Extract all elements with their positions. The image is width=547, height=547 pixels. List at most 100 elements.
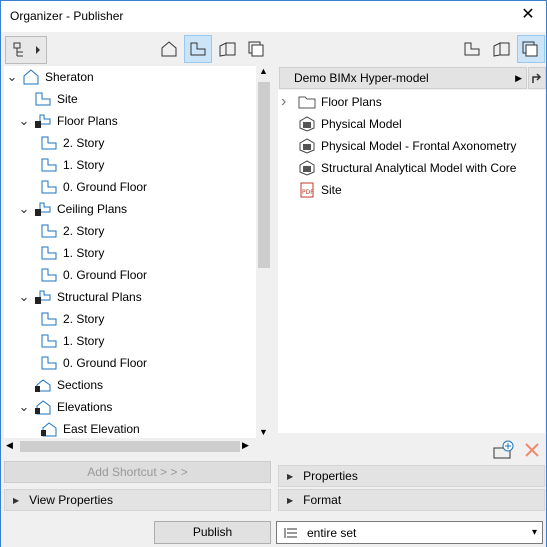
scroll-right-icon[interactable]: ▶ — [242, 440, 249, 451]
layout-book-tab[interactable] — [214, 35, 242, 63]
publish-button[interactable]: Publish — [154, 521, 271, 544]
close-icon[interactable]: ✕ — [518, 5, 538, 25]
section-icon — [34, 377, 52, 393]
right-layout-book-tab[interactable] — [488, 35, 516, 63]
horizontal-scroll-thumb[interactable] — [20, 441, 240, 452]
story-icon — [40, 223, 58, 239]
bimx-icon — [298, 160, 316, 176]
story-icon — [40, 135, 58, 151]
tree-item-label: Floor Plans — [57, 114, 118, 128]
view-map-tab[interactable] — [184, 35, 212, 63]
publish-scope-value: entire set — [307, 525, 357, 540]
chevron-down-icon[interactable]: ⌄ — [18, 400, 30, 413]
publisher-item[interactable]: › Floor Plans — [281, 91, 382, 113]
publisher-set-header[interactable]: Demo BIMx Hyper-model ▶ — [279, 67, 527, 89]
tree-item[interactable]: ⌄ Sheraton — [6, 66, 94, 88]
chevron-down-icon[interactable]: ⌄ — [18, 290, 30, 303]
publisher-item[interactable]: Physical Model - Frontal Axonometry — [281, 135, 516, 157]
tree-item-label: 1. Story — [63, 246, 105, 260]
story-icon — [40, 311, 58, 327]
window-title: Organizer - Publisher — [10, 9, 124, 23]
tree-item[interactable]: 2. Story — [40, 308, 104, 330]
publisher-item[interactable]: PDF Site — [281, 179, 342, 201]
go-up-button[interactable] — [528, 67, 546, 89]
tree-item[interactable]: 1. Story — [40, 330, 104, 352]
add-shortcut-button[interactable]: Add Shortcut > > > — [4, 461, 271, 483]
tree-item[interactable]: 0. Ground Floor — [40, 176, 147, 198]
tree-item[interactable]: ⌄ Elevations — [18, 396, 112, 418]
publisher-icon — [248, 41, 264, 57]
tree-item-label: 1. Story — [63, 158, 105, 172]
right-publisher-sets-tab[interactable] — [517, 35, 545, 63]
tree-item[interactable]: Site — [18, 88, 78, 110]
publisher-item[interactable]: Physical Model — [281, 113, 402, 135]
house-icon — [161, 41, 177, 57]
chevron-right-icon: ▶ — [515, 72, 522, 83]
format-label: Format — [303, 493, 342, 507]
tree-item-label: Site — [57, 92, 78, 106]
chevron-down-icon[interactable]: ⌄ — [6, 70, 18, 83]
tree-item[interactable]: 1. Story — [40, 242, 104, 264]
scroll-up-icon[interactable]: ▲ — [259, 66, 268, 76]
tree-item-label: Structural Plans — [57, 290, 142, 304]
elevation-icon — [40, 421, 58, 437]
folder-view-icon — [34, 289, 52, 305]
pdf-icon: PDF — [298, 182, 316, 198]
right-view-map-tab[interactable] — [458, 35, 486, 63]
properties-panel-toggle[interactable]: ▶ Properties — [278, 465, 545, 487]
pane-divider[interactable] — [273, 32, 277, 517]
chevron-right-icon[interactable]: › — [281, 93, 293, 111]
tree-item[interactable]: 0. Ground Floor — [40, 264, 147, 286]
scroll-left-icon[interactable]: ◀ — [6, 440, 13, 451]
bimx-icon — [298, 116, 316, 132]
story-icon — [40, 157, 58, 173]
tree-item[interactable]: 2. Story — [40, 220, 104, 242]
tree-item-label: Sections — [57, 378, 104, 392]
tree-item[interactable]: East Elevation — [40, 418, 140, 438]
expand-triangle-icon: ▶ — [287, 471, 294, 481]
delete-button[interactable] — [518, 436, 546, 464]
story-icon — [40, 179, 58, 195]
elevation-icon — [34, 399, 52, 415]
layout-icon — [493, 42, 510, 57]
tree-item-label: 2. Story — [63, 224, 105, 238]
view-icon — [464, 42, 480, 56]
view-map-dropdown-button[interactable] — [5, 36, 47, 64]
folder-icon — [298, 94, 316, 110]
publisher-set-name: Demo BIMx Hyper-model — [294, 71, 429, 85]
publisher-item-label: Structural Analytical Model with Core — [321, 161, 517, 175]
tree-horizontal-scrollbar[interactable]: ◀ ▶ — [4, 438, 272, 455]
view-properties-panel-toggle[interactable]: ▶ View Properties — [4, 489, 271, 511]
project-tree-icon — [13, 42, 40, 57]
publisher-item[interactable]: Structural Analytical Model with Core — [281, 157, 516, 179]
tree-item-label: 1. Story — [63, 334, 105, 348]
tree-item-label: Sheraton — [45, 70, 94, 84]
chevron-down-icon[interactable]: ⌄ — [18, 114, 30, 127]
new-folder-icon — [493, 440, 514, 459]
chevron-down-icon[interactable]: ⌄ — [18, 202, 30, 215]
tree-item-label: 0. Ground Floor — [63, 268, 148, 282]
scroll-down-icon[interactable]: ▼ — [259, 427, 268, 437]
project-map-tab[interactable] — [155, 35, 183, 63]
tree-vertical-scrollbar[interactable]: ▲ ▼ — [256, 66, 272, 438]
new-folder-button[interactable] — [489, 436, 517, 464]
tree-item[interactable]: 0. Ground Floor — [40, 352, 147, 374]
tree-item[interactable]: 2. Story — [40, 132, 104, 154]
publisher-sets-tab[interactable] — [243, 35, 271, 63]
publisher-item-label: Site — [321, 183, 342, 197]
view-map-tree[interactable]: ⌄ Sheraton Site ⌄ Floor Plans 2. Story 1. Stor… — [4, 66, 256, 438]
tree-item[interactable]: Sections — [18, 374, 103, 396]
list-icon — [284, 527, 297, 538]
publish-scope-select[interactable]: entire set ▾ — [276, 521, 543, 544]
format-panel-toggle[interactable]: ▶ Format — [278, 489, 545, 511]
folder-view-icon — [34, 201, 52, 217]
up-arrow-icon — [532, 73, 542, 83]
tree-item[interactable]: ⌄ Ceiling Plans — [18, 198, 127, 220]
tree-item[interactable]: ⌄ Floor Plans — [18, 110, 118, 132]
tree-item[interactable]: ⌄ Structural Plans — [18, 286, 142, 308]
layout-icon — [219, 42, 236, 57]
publisher-icon — [522, 41, 538, 57]
tree-item[interactable]: 1. Story — [40, 154, 104, 176]
vertical-scroll-thumb[interactable] — [258, 82, 270, 268]
view-icon — [190, 42, 206, 56]
